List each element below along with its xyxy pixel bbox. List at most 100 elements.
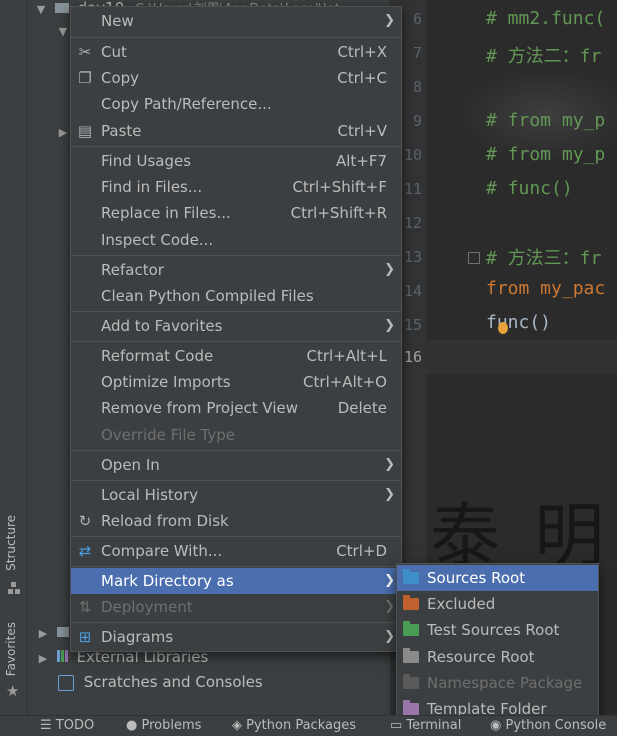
menu-item-shortcut: Ctrl+D [336,542,387,560]
menu-item-label: Optimize Imports [101,373,231,391]
menu-item-label: Add to Favorites [101,317,223,335]
chevron-right-icon: ❯ [384,318,395,333]
tab-label: Terminal [406,718,462,733]
menu-item-find-usages[interactable]: Find Usages Alt+F7 [71,148,401,174]
menu-item-mark-directory-as[interactable]: Mark Directory as ❯ [71,568,401,594]
menu-item-label: Clean Python Compiled Files [101,287,314,305]
submenu-item-label: Excluded [427,595,496,613]
deployment-icon: ⇅ [78,598,92,616]
tab-label: Python Console [505,718,607,733]
menu-item-cut[interactable]: ✂ Cut Ctrl+X [71,39,401,65]
menu-item-shortcut: Alt+F7 [335,152,387,170]
reload-icon: ↻ [78,512,92,530]
folder-icon [54,3,69,13]
menu-item-shortcut: Ctrl+X [337,43,387,61]
menu-item-find-in-files[interactable]: Find in Files... Ctrl+Shift+F [71,174,401,200]
menu-item-inspect-code[interactable]: Inspect Code... [71,227,401,253]
menu-item-shortcut: Delete [337,399,387,417]
submenu-item-label: Test Sources Root [427,621,560,639]
chevron-right-icon: ❯ [384,262,395,277]
submenu-item-sources-root[interactable]: Sources Root [397,565,598,591]
menu-separator [71,146,401,147]
menu-item-local-history[interactable]: Local History ❯ [71,482,401,508]
menu-item-optimize-imports[interactable]: Optimize Imports Ctrl+Alt+O [71,369,401,395]
code-text: func() [486,312,552,333]
tab-terminal[interactable]: ▭ Terminal [390,718,461,733]
menu-item-label: Inspect Code... [101,231,214,249]
menu-item-diagrams[interactable]: ⊞ Diagrams ❯ [71,624,401,650]
python-icon: ◉ [490,718,506,733]
submenu-item-excluded[interactable]: Excluded [397,591,598,617]
copy-icon: ❐ [78,69,92,87]
menu-item-clean-python[interactable]: Clean Python Compiled Files [71,283,401,309]
structure-tab[interactable]: Structure [4,515,18,571]
menu-item-copy[interactable]: ❐ Copy Ctrl+C [71,65,401,91]
menu-separator [71,450,401,451]
submenu-item-label: Namespace Package [427,674,583,692]
tab-todo[interactable]: ☰ TODO [40,718,94,733]
menu-item-shortcut: Ctrl+C [337,69,387,87]
menu-item-reload-from-disk[interactable]: ↻ Reload from Disk [71,508,401,534]
terminal-icon: ▭ [390,718,407,733]
tab-python-packages[interactable]: ◈ Python Packages [232,718,356,733]
code-line: # from my_p [486,110,605,131]
compare-icon: ⇄ [78,542,92,560]
chevron-right-icon: ❯ [384,573,395,588]
tab-label: TODO [55,718,95,733]
code-text: # 方法二：fr [486,46,602,67]
diagram-icon: ⊞ [78,628,92,646]
folder-icon [403,621,419,636]
menu-item-remove-from-project[interactable]: Remove from Project View Delete [71,395,401,421]
code-text: from my_pac [486,278,606,299]
chevron-right-icon[interactable]: ▶ [34,622,52,646]
submenu-item-test-sources-root[interactable]: Test Sources Root [397,617,598,643]
list-icon: ☰ [40,718,56,733]
menu-item-label: Reformat Code [101,347,214,365]
code-line: # 方法二：fr [486,42,601,68]
chevron-right-icon[interactable]: ▶ [34,647,52,671]
bottom-tool-bar: ☰ TODO ● Problems ◈ Python Packages ▭ Te… [0,715,617,736]
menu-item-label: Paste [101,122,142,140]
tree-row-scratches[interactable]: Scratches and Consoles [58,670,263,694]
code-line: func() [486,312,551,333]
chevron-down-icon[interactable]: ▼ [32,0,50,22]
menu-item-add-to-favorites[interactable]: Add to Favorites ❯ [71,313,401,339]
menu-item-label: Reload from Disk [101,512,229,530]
menu-separator [71,566,401,567]
chevron-right-icon: ❯ [384,629,395,644]
chevron-right-icon: ❯ [384,487,395,502]
menu-item-compare-with[interactable]: ⇄ Compare With... Ctrl+D [71,538,401,564]
warning-icon: ● [126,718,142,733]
menu-item-shortcut: Ctrl+Alt+O [303,373,387,391]
tab-python-console[interactable]: ◉ Python Console [490,718,606,733]
menu-item-refactor[interactable]: Refactor ❯ [71,257,401,283]
menu-item-label: Replace in Files... [101,204,231,222]
code-line: # func() [486,178,573,199]
menu-item-label: Deployment [101,598,193,616]
menu-separator [71,536,401,537]
fold-icon[interactable] [468,252,480,264]
tab-problems[interactable]: ● Problems [126,718,201,733]
tab-label: Problems [141,718,202,733]
submenu-item-label: Sources Root [427,569,526,587]
menu-item-label: Open In [101,456,160,474]
menu-separator [71,37,401,38]
menu-item-replace-in-files[interactable]: Replace in Files... Ctrl+Shift+R [71,200,401,226]
tree-row-collapsed[interactable]: ▶ [34,620,69,644]
lightbulb-icon[interactable] [498,322,508,334]
menu-item-paste[interactable]: ▤ Paste Ctrl+V [71,118,401,144]
menu-item-new[interactable]: New ❯ [71,8,401,34]
favorites-tab[interactable]: Favorites [4,622,18,676]
submenu-item-resource-root[interactable]: Resource Root [397,644,598,670]
menu-item-reformat-code[interactable]: Reformat Code Ctrl+Alt+L [71,343,401,369]
submenu-item-label: Resource Root [427,648,535,666]
menu-item-copy-path[interactable]: Copy Path/Reference... [71,91,401,117]
folder-icon [56,627,69,637]
tree-row-label: Scratches and Consoles [83,673,263,691]
folder-icon [403,700,419,715]
code-text: # from my_p [486,144,606,165]
tab-label: Python Packages [246,718,356,733]
menu-separator [71,311,401,312]
menu-item-open-in[interactable]: Open In ❯ [71,452,401,478]
library-icon [56,650,60,662]
